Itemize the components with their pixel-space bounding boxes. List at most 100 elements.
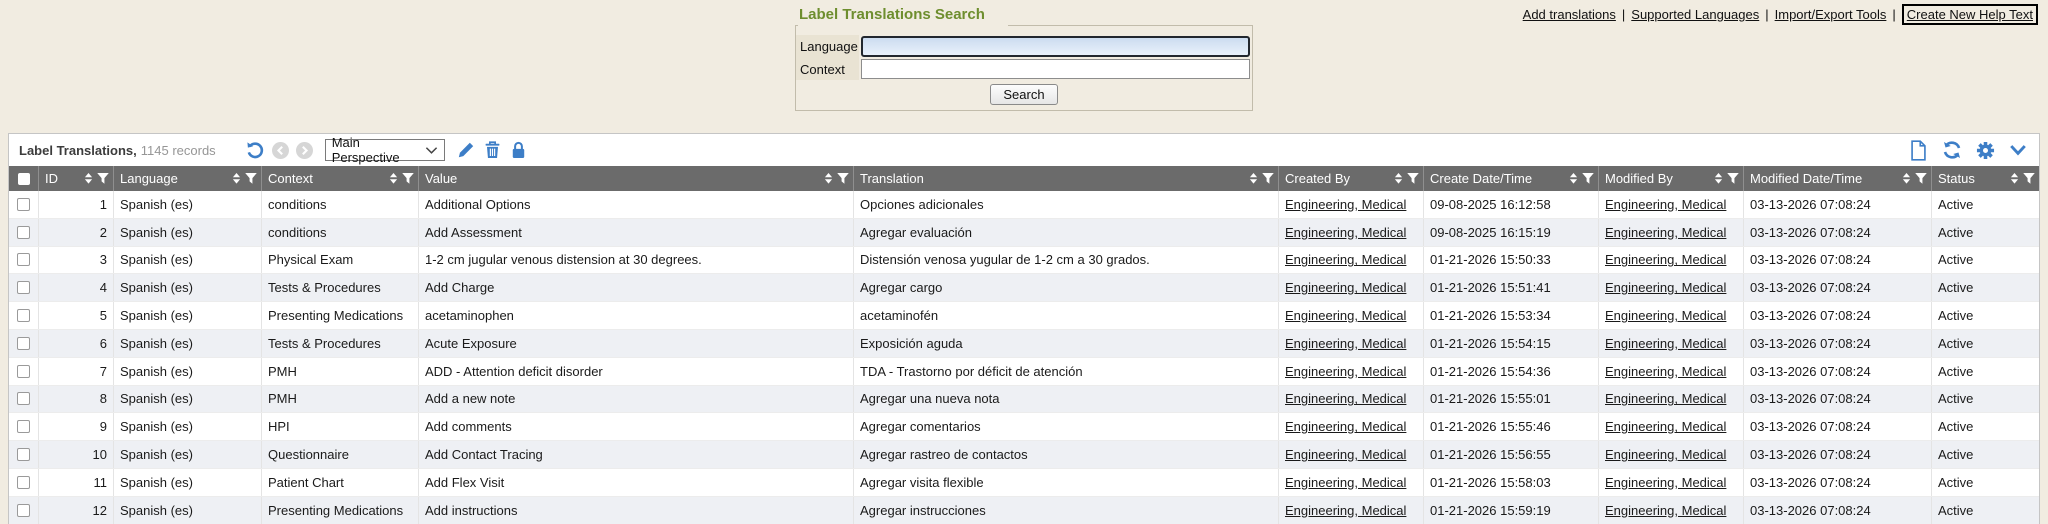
undo-icon[interactable] <box>246 141 265 160</box>
column-header-translation[interactable]: Translation <box>854 166 1279 191</box>
settings-icon[interactable] <box>1976 141 1995 160</box>
modified_by-link[interactable]: Engineering, Medical <box>1605 391 1726 406</box>
filter-icon[interactable] <box>402 173 414 184</box>
modified_by-link[interactable]: Engineering, Medical <box>1605 336 1726 351</box>
row-checkbox[interactable] <box>17 392 30 405</box>
modified_by-link[interactable]: Engineering, Medical <box>1605 197 1726 212</box>
table-row[interactable]: 12Spanish (es)Presenting MedicationsAdd … <box>9 497 2039 524</box>
header-link-import-export-tools[interactable]: Import/Export Tools <box>1775 7 1887 22</box>
filter-icon[interactable] <box>1915 173 1927 184</box>
created_by-link[interactable]: Engineering, Medical <box>1285 252 1406 267</box>
row-checkbox[interactable] <box>17 226 30 239</box>
filter-icon[interactable] <box>1407 173 1419 184</box>
table-row[interactable]: 10Spanish (es)QuestionnaireAdd Contact T… <box>9 441 2039 469</box>
table-row[interactable]: 6Spanish (es)Tests & ProceduresAcute Exp… <box>9 330 2039 358</box>
cell-create_dt: 01-21-2026 15:55:01 <box>1424 386 1599 413</box>
perspective-select[interactable]: Main Perspective <box>325 139 445 161</box>
sort-icon[interactable] <box>232 173 241 184</box>
created_by-link[interactable]: Engineering, Medical <box>1285 336 1406 351</box>
header-link-create-new-help-text[interactable]: Create New Help Text <box>1902 4 2038 25</box>
created_by-link[interactable]: Engineering, Medical <box>1285 308 1406 323</box>
modified_by-link[interactable]: Engineering, Medical <box>1605 503 1726 518</box>
prev-icon[interactable] <box>272 142 289 159</box>
created_by-link[interactable]: Engineering, Medical <box>1285 197 1406 212</box>
modified_by-link[interactable]: Engineering, Medical <box>1605 364 1726 379</box>
chevron-down-icon[interactable] <box>2009 143 2027 157</box>
filter-icon[interactable] <box>97 173 109 184</box>
filter-icon[interactable] <box>837 173 849 184</box>
cell-modified_by: Engineering, Medical <box>1599 302 1744 329</box>
created_by-link[interactable]: Engineering, Medical <box>1285 280 1406 295</box>
table-row[interactable]: 5Spanish (es)Presenting Medicationsaceta… <box>9 302 2039 330</box>
column-header-created_by[interactable]: Created By <box>1279 166 1424 191</box>
table-row[interactable]: 8Spanish (es)PMHAdd a new noteAgregar un… <box>9 386 2039 414</box>
column-header-create_dt[interactable]: Create Date/Time <box>1424 166 1599 191</box>
new-document-icon[interactable] <box>1909 140 1928 161</box>
row-checkbox[interactable] <box>17 448 30 461</box>
row-checkbox[interactable] <box>17 281 30 294</box>
created_by-link[interactable]: Engineering, Medical <box>1285 503 1406 518</box>
table-row[interactable]: 1Spanish (es)conditionsAdditional Option… <box>9 191 2039 219</box>
filter-icon[interactable] <box>1727 173 1739 184</box>
select-all-checkbox[interactable] <box>18 173 30 185</box>
created_by-link[interactable]: Engineering, Medical <box>1285 225 1406 240</box>
modified_by-link[interactable]: Engineering, Medical <box>1605 280 1726 295</box>
column-header-status[interactable]: Status <box>1932 166 2039 191</box>
modified_by-link[interactable]: Engineering, Medical <box>1605 252 1726 267</box>
sort-icon[interactable] <box>824 173 833 184</box>
language-input[interactable] <box>861 36 1250 57</box>
sort-icon[interactable] <box>2010 173 2019 184</box>
modified_by-link[interactable]: Engineering, Medical <box>1605 419 1726 434</box>
context-input[interactable] <box>861 59 1250 79</box>
modified_by-link[interactable]: Engineering, Medical <box>1605 225 1726 240</box>
created_by-link[interactable]: Engineering, Medical <box>1285 419 1406 434</box>
column-header-language[interactable]: Language <box>114 166 262 191</box>
column-header-context[interactable]: Context <box>262 166 419 191</box>
sort-icon[interactable] <box>84 173 93 184</box>
created_by-link[interactable]: Engineering, Medical <box>1285 364 1406 379</box>
created_by-link[interactable]: Engineering, Medical <box>1285 391 1406 406</box>
header-link-add-translations[interactable]: Add translations <box>1523 7 1616 22</box>
row-checkbox[interactable] <box>17 365 30 378</box>
filter-icon[interactable] <box>1262 173 1274 184</box>
sort-icon[interactable] <box>1714 173 1723 184</box>
sort-icon[interactable] <box>1249 173 1258 184</box>
row-checkbox[interactable] <box>17 309 30 322</box>
row-checkbox[interactable] <box>17 198 30 211</box>
created_by-link[interactable]: Engineering, Medical <box>1285 475 1406 490</box>
row-checkbox[interactable] <box>17 504 30 517</box>
table-row[interactable]: 2Spanish (es)conditionsAdd AssessmentAgr… <box>9 219 2039 247</box>
column-header-value[interactable]: Value <box>419 166 854 191</box>
modified_by-link[interactable]: Engineering, Medical <box>1605 308 1726 323</box>
created_by-link[interactable]: Engineering, Medical <box>1285 447 1406 462</box>
row-checkbox[interactable] <box>17 253 30 266</box>
table-row[interactable]: 4Spanish (es)Tests & ProceduresAdd Charg… <box>9 274 2039 302</box>
column-header-modified_dt[interactable]: Modified Date/Time <box>1744 166 1932 191</box>
filter-icon[interactable] <box>1582 173 1594 184</box>
row-checkbox[interactable] <box>17 420 30 433</box>
column-header-modified_by[interactable]: Modified By <box>1599 166 1744 191</box>
filter-icon[interactable] <box>245 173 257 184</box>
table-row[interactable]: 11Spanish (es)Patient ChartAdd Flex Visi… <box>9 469 2039 497</box>
modified_by-link[interactable]: Engineering, Medical <box>1605 475 1726 490</box>
search-button[interactable]: Search <box>990 84 1057 105</box>
refresh-icon[interactable] <box>1942 140 1962 160</box>
header-link-supported-languages[interactable]: Supported Languages <box>1631 7 1759 22</box>
lock-icon[interactable] <box>510 141 527 159</box>
edit-icon[interactable] <box>457 141 475 159</box>
table-row[interactable]: 3Spanish (es)Physical Exam1-2 cm jugular… <box>9 247 2039 275</box>
column-header-icons <box>389 173 414 184</box>
delete-icon[interactable] <box>484 141 501 159</box>
sort-icon[interactable] <box>1394 173 1403 184</box>
row-checkbox[interactable] <box>17 337 30 350</box>
modified_by-link[interactable]: Engineering, Medical <box>1605 447 1726 462</box>
filter-icon[interactable] <box>2023 173 2035 184</box>
table-row[interactable]: 7Spanish (es)PMHADD - Attention deficit … <box>9 358 2039 386</box>
row-checkbox[interactable] <box>17 476 30 489</box>
next-icon[interactable] <box>296 142 313 159</box>
sort-icon[interactable] <box>389 173 398 184</box>
table-row[interactable]: 9Spanish (es)HPIAdd commentsAgregar come… <box>9 413 2039 441</box>
sort-icon[interactable] <box>1902 173 1911 184</box>
column-header-id[interactable]: ID <box>39 166 114 191</box>
sort-icon[interactable] <box>1569 173 1578 184</box>
